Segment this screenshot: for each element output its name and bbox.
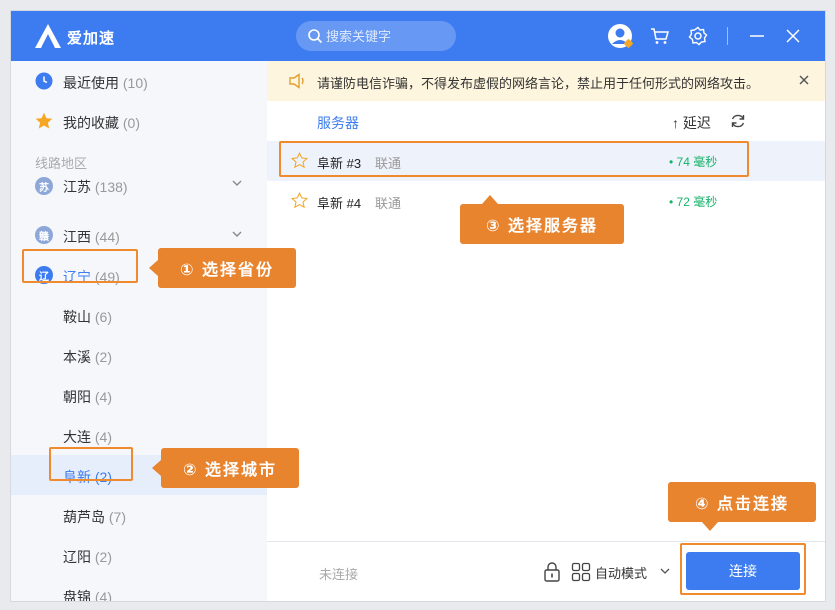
server-latency: • 72 毫秒: [669, 195, 718, 209]
search-icon: [308, 29, 323, 44]
city-label: 朝阳: [63, 389, 91, 405]
region-sidebar: 最近使用 (10) 我的收藏 (0) 线路地区 苏 江苏 (138) 赣 江西 …: [11, 61, 267, 602]
sidebar-item-count: (0): [122, 115, 141, 131]
app-logo-icon: [35, 24, 61, 48]
sidebar-item-province[interactable]: 苏 江苏 (138): [11, 175, 267, 195]
city-label: 葫芦岛: [63, 509, 105, 525]
close-icon[interactable]: [780, 23, 806, 49]
lock-icon[interactable]: [543, 562, 561, 582]
callout-step4: ④ 点击连接: [668, 482, 816, 531]
close-icon[interactable]: [797, 73, 811, 87]
city-count: (4): [94, 589, 113, 602]
bottom-bar: 未连接 自动模式 连接: [267, 541, 825, 601]
city-label: 本溪: [63, 349, 91, 365]
chevron-down-icon[interactable]: [659, 565, 671, 577]
sidebar-item-label: 辽宁: [63, 269, 91, 285]
city-item[interactable]: 本溪 (2): [11, 335, 267, 375]
callout-step3: ③ 选择服务器: [460, 195, 624, 244]
app-name: 爱加速: [67, 30, 116, 47]
mode-select[interactable]: 自动模式: [595, 563, 647, 582]
city-count: (2): [94, 469, 113, 485]
province-badge-icon: 苏: [35, 177, 53, 195]
callout-step2: ② 选择城市: [152, 448, 299, 488]
star-icon: [35, 112, 53, 129]
callout-step1: ① 选择省份: [149, 248, 296, 288]
city-count: (6): [94, 309, 113, 325]
province-badge-icon: 辽: [35, 266, 53, 284]
city-item[interactable]: 葫芦岛 (7): [11, 495, 267, 535]
server-table-header: 服务器 ↑ 延迟: [267, 101, 825, 141]
connect-button[interactable]: 连接: [686, 552, 800, 590]
city-count: (4): [94, 389, 113, 405]
city-label: 大连: [63, 429, 91, 445]
sidebar-item-count: (10): [122, 75, 148, 91]
column-header-server[interactable]: 服务器: [317, 113, 359, 133]
connection-status: 未连接: [319, 567, 359, 582]
favorite-star-icon[interactable]: [291, 192, 308, 209]
city-item[interactable]: 盘锦 (4): [11, 575, 267, 602]
notice-text: 请谨防电信诈骗，不得发布虚假的网络言论，禁止用于任何形式的网络攻击。: [317, 76, 760, 91]
city-label: 辽阳: [63, 549, 91, 565]
sidebar-item-label: 最近使用: [63, 75, 119, 91]
sidebar-item-favorites[interactable]: 我的收藏 (0): [11, 101, 267, 141]
gear-icon[interactable]: [685, 23, 711, 49]
sidebar-item-recent[interactable]: 最近使用 (10): [11, 61, 267, 101]
city-item[interactable]: 朝阳 (4): [11, 375, 267, 415]
notice-bar: 请谨防电信诈骗，不得发布虚假的网络言论，禁止用于任何形式的网络攻击。: [267, 61, 825, 101]
search-box[interactable]: [296, 21, 456, 51]
column-header-latency[interactable]: ↑ 延迟: [672, 113, 711, 133]
sidebar-item-label: 江西: [63, 229, 91, 245]
city-count: (2): [94, 349, 113, 365]
cart-icon[interactable]: [647, 23, 673, 49]
titlebar-divider: [727, 27, 728, 45]
mode-grid-icon: [571, 562, 591, 582]
server-isp: 联通: [375, 156, 402, 171]
sidebar-item-count: (44): [94, 229, 120, 245]
sidebar-item-label: 我的收藏: [63, 115, 119, 131]
app-window: 爱加速 搜索关键字 最近使用 (10) 我的收藏 (0) 线路地区 苏 江苏 (…: [10, 10, 826, 602]
chevron-down-icon: [232, 231, 242, 237]
clock-icon: [35, 72, 53, 90]
sidebar-item-count: (49): [94, 269, 120, 285]
province-badge-icon: 赣: [35, 226, 53, 244]
city-count: (7): [108, 509, 127, 525]
section-label-regions: 线路地区: [35, 156, 88, 171]
minimize-icon[interactable]: [744, 23, 770, 49]
city-item[interactable]: 鞍山 (6): [11, 295, 267, 335]
city-label: 阜新: [63, 469, 91, 485]
speaker-icon: [289, 73, 304, 89]
refresh-icon[interactable]: [730, 113, 746, 129]
favorite-star-icon[interactable]: [291, 152, 308, 169]
city-label: 鞍山: [63, 309, 91, 325]
city-count: (2): [94, 549, 113, 565]
search-input[interactable]: [326, 21, 451, 51]
sidebar-item-count: (138): [94, 179, 128, 195]
server-isp: 联通: [375, 196, 402, 211]
chevron-down-icon: [232, 180, 242, 186]
city-item[interactable]: 辽阳 (2): [11, 535, 267, 575]
title-bar: 爱加速: [11, 11, 825, 61]
server-name: 阜新 #4: [317, 196, 362, 211]
server-row-selected[interactable]: 阜新 #3 联通 • 74 毫秒: [267, 141, 825, 181]
city-label: 盘锦: [63, 589, 91, 602]
user-avatar-icon[interactable]: [607, 23, 633, 49]
server-name: 阜新 #3: [317, 156, 362, 171]
sidebar-item-label: 江苏: [63, 179, 91, 195]
server-latency: • 74 毫秒: [669, 155, 718, 169]
city-count: (4): [94, 429, 113, 445]
